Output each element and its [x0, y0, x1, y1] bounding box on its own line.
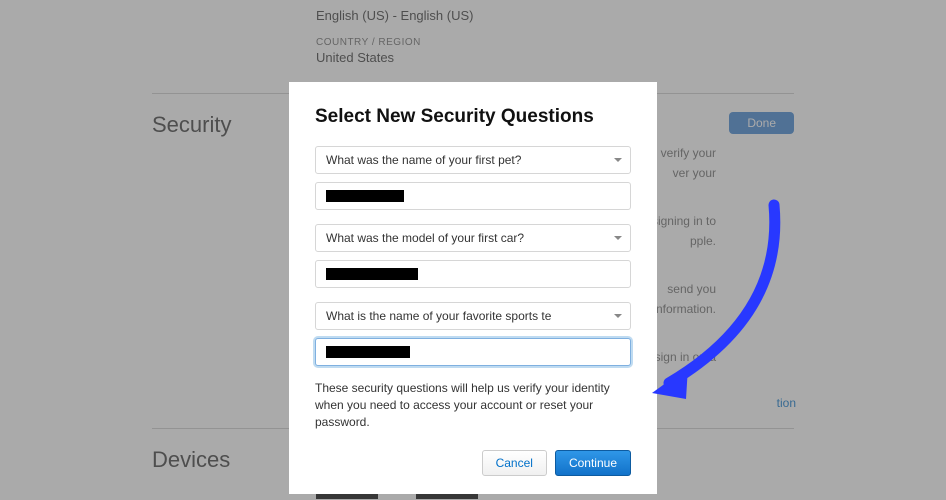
security-questions-modal: Select New Security Questions What was t…: [289, 82, 657, 494]
chevron-down-icon: [614, 314, 622, 318]
redacted-answer: [326, 190, 404, 202]
question-group-3: What is the name of your favorite sports…: [315, 302, 631, 366]
question-group-1: What was the name of your first pet?: [315, 146, 631, 210]
cancel-button[interactable]: Cancel: [482, 450, 547, 476]
question-group-2: What was the model of your first car?: [315, 224, 631, 288]
redacted-answer: [326, 346, 410, 358]
answer-input-1[interactable]: [315, 182, 631, 210]
continue-button[interactable]: Continue: [555, 450, 631, 476]
chevron-down-icon: [614, 236, 622, 240]
modal-actions: Cancel Continue: [315, 450, 631, 476]
answer-input-3[interactable]: [315, 338, 631, 366]
question-1-text: What was the name of your first pet?: [326, 153, 521, 167]
modal-description: These security questions will help us ve…: [315, 380, 631, 430]
redacted-answer: [326, 268, 418, 280]
question-2-text: What was the model of your first car?: [326, 231, 524, 245]
answer-input-2[interactable]: [315, 260, 631, 288]
question-select-1[interactable]: What was the name of your first pet?: [315, 146, 631, 174]
modal-title: Select New Security Questions: [315, 106, 631, 128]
question-3-text: What is the name of your favorite sports…: [326, 309, 551, 323]
question-select-2[interactable]: What was the model of your first car?: [315, 224, 631, 252]
chevron-down-icon: [614, 158, 622, 162]
question-select-3[interactable]: What is the name of your favorite sports…: [315, 302, 631, 330]
modal-overlay: Select New Security Questions What was t…: [0, 0, 946, 500]
